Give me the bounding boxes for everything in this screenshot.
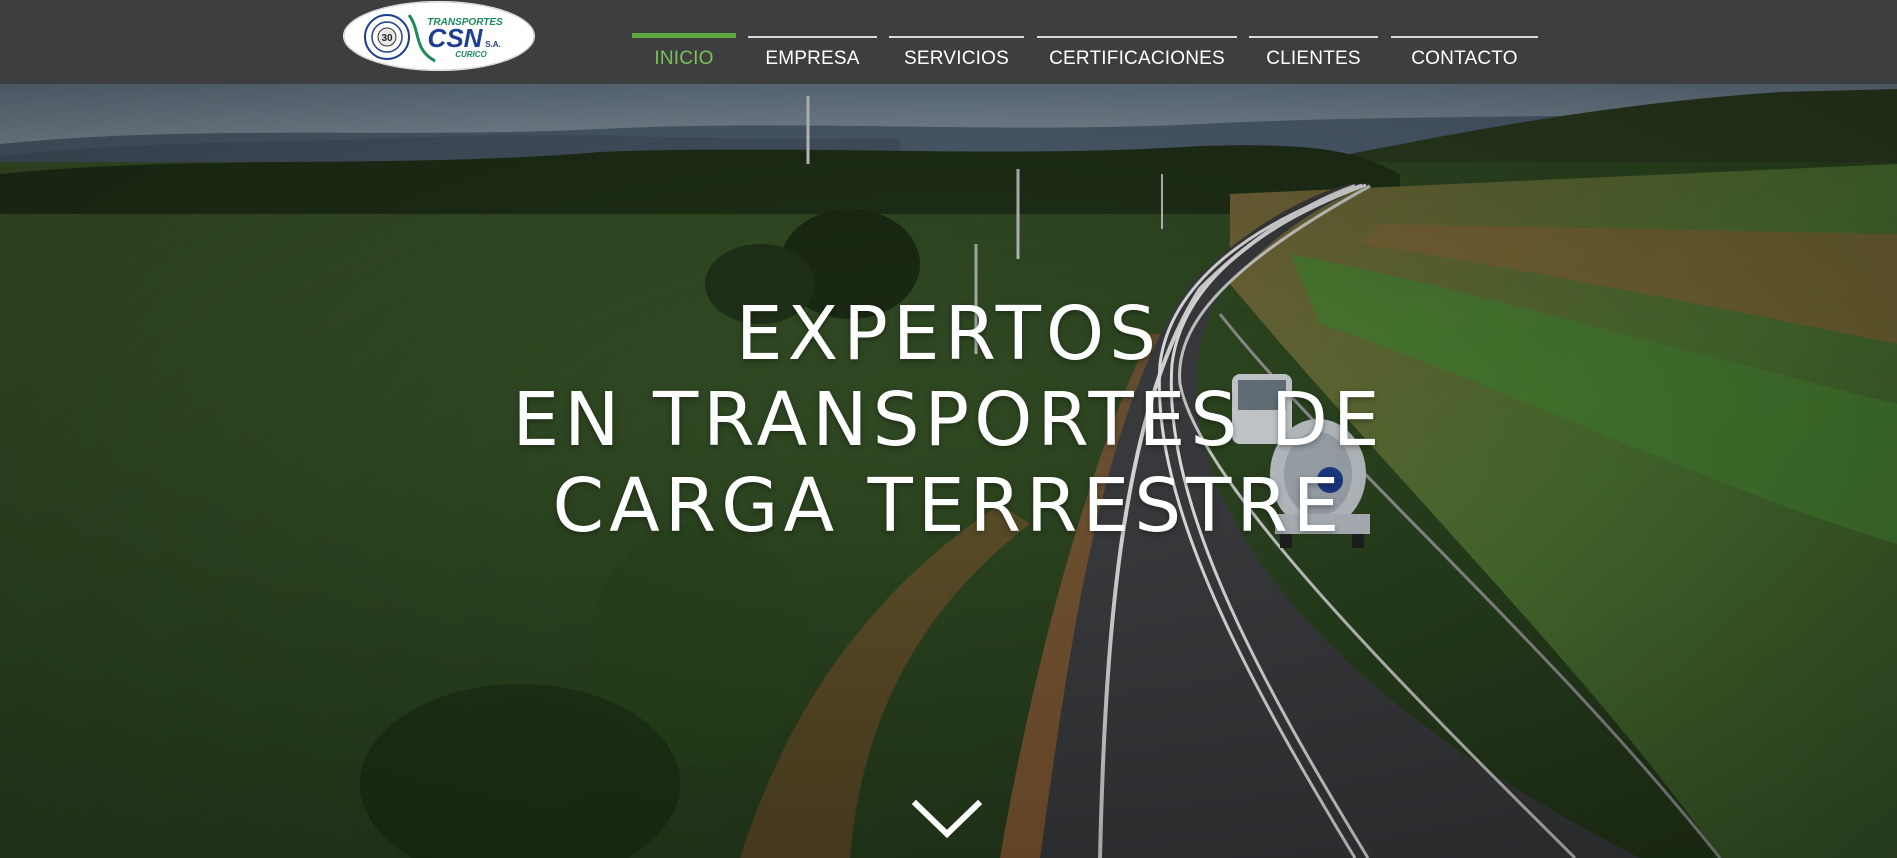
nav-item-certificaciones[interactable]: CERTIFICACIONES [1037, 36, 1237, 70]
headline-line-2: EN TRANSPORTES DE [512, 377, 1385, 463]
hero-section: EXPERTOS EN TRANSPORTES DE CARGA TERREST… [0, 84, 1897, 858]
top-navigation-bar: 30 TRANSPORTES CSN S.A. CURICO INICIO EM… [0, 0, 1897, 84]
nav-item-servicios[interactable]: SERVICIOS [889, 36, 1024, 70]
headline-line-3: CARGA TERRESTRE [552, 463, 1345, 549]
hero-headline: EXPERTOS EN TRANSPORTES DE CARGA TERREST… [0, 291, 1897, 549]
nav-item-inicio[interactable]: INICIO [632, 33, 736, 70]
chevron-down-icon[interactable] [911, 798, 983, 842]
nav-item-clientes[interactable]: CLIENTES [1249, 36, 1378, 70]
nav-item-contacto[interactable]: CONTACTO [1391, 36, 1538, 70]
nav-item-empresa[interactable]: EMPRESA [748, 36, 877, 70]
headline-line-1: EXPERTOS [735, 291, 1162, 377]
main-navigation: INICIO EMPRESA SERVICIOS CERTIFICACIONES… [0, 33, 1897, 84]
